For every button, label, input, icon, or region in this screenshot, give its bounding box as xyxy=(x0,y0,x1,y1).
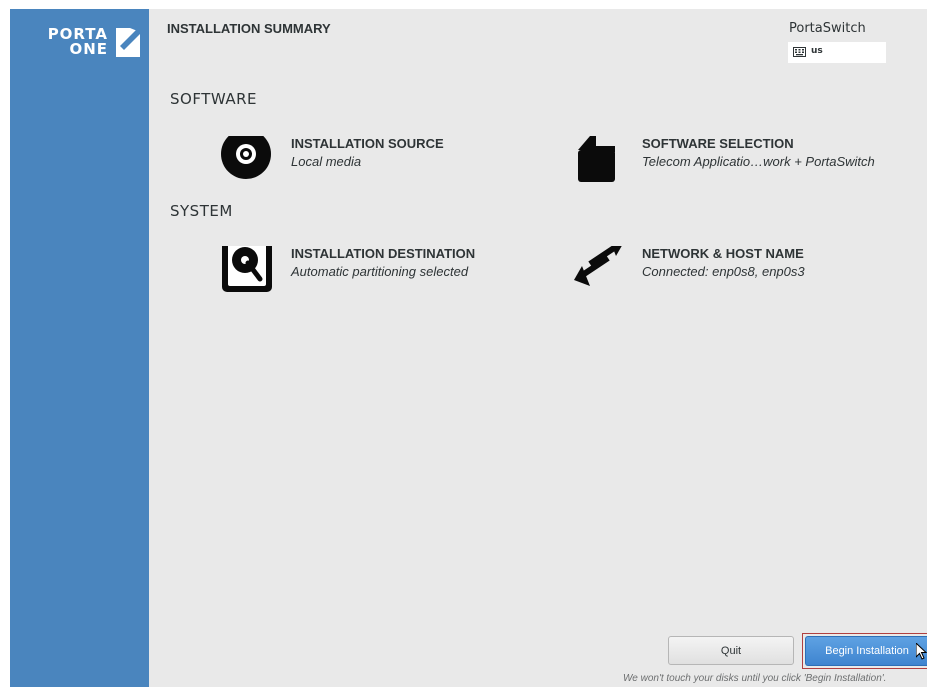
package-icon xyxy=(572,136,626,196)
spoke-installation-source[interactable]: INSTALLATION SOURCE Local media xyxy=(221,129,561,200)
spoke-status: Connected: enp0s8, enp0s3 xyxy=(642,264,805,279)
keyboard-layout-indicator[interactable]: us xyxy=(788,42,886,63)
footer-note: We won't touch your disks until you clic… xyxy=(623,673,887,684)
harddisk-icon xyxy=(221,235,275,306)
network-arrows-icon xyxy=(572,236,626,306)
product-name: PortaSwitch xyxy=(789,21,866,36)
spoke-title: NETWORK & HOST NAME xyxy=(642,246,804,261)
begin-installation-button[interactable]: Begin Installation xyxy=(805,636,927,666)
mouse-pointer-icon xyxy=(915,641,927,664)
check-box-icon xyxy=(116,28,140,57)
quit-button[interactable]: Quit xyxy=(668,636,794,665)
keyboard-layout-label: us xyxy=(811,46,823,56)
spoke-installation-destination[interactable]: INSTALLATION DESTINATION Automatic parti… xyxy=(221,235,561,310)
porta-one-logo: PORTA ONE xyxy=(28,27,140,61)
installer-window: PORTA ONE INSTALLATION SUMMARY PortaSwit… xyxy=(10,9,927,687)
keyboard-icon xyxy=(793,47,806,57)
spoke-status: Automatic partitioning selected xyxy=(291,264,469,279)
page-title: INSTALLATION SUMMARY xyxy=(167,21,331,36)
spoke-title: INSTALLATION DESTINATION xyxy=(291,246,476,261)
spoke-title: INSTALLATION SOURCE xyxy=(291,136,444,151)
logo-text-line2: ONE xyxy=(69,40,108,58)
section-system-label: SYSTEM xyxy=(170,202,233,220)
sidebar: PORTA ONE xyxy=(10,9,149,687)
section-software-label: SOFTWARE xyxy=(170,90,258,108)
spoke-title: SOFTWARE SELECTION xyxy=(642,136,794,151)
spoke-software-selection[interactable]: SOFTWARE SELECTION Telecom Applicatio…wo… xyxy=(572,136,912,200)
spoke-status: Telecom Applicatio…work + PortaSwitch xyxy=(642,154,875,169)
begin-installation-focus-ring: Begin Installation xyxy=(802,633,927,669)
spoke-network-hostname[interactable]: NETWORK & HOST NAME Connected: enp0s8, e… xyxy=(572,236,912,310)
disc-icon xyxy=(221,129,275,196)
spoke-status: Local media xyxy=(291,154,362,169)
